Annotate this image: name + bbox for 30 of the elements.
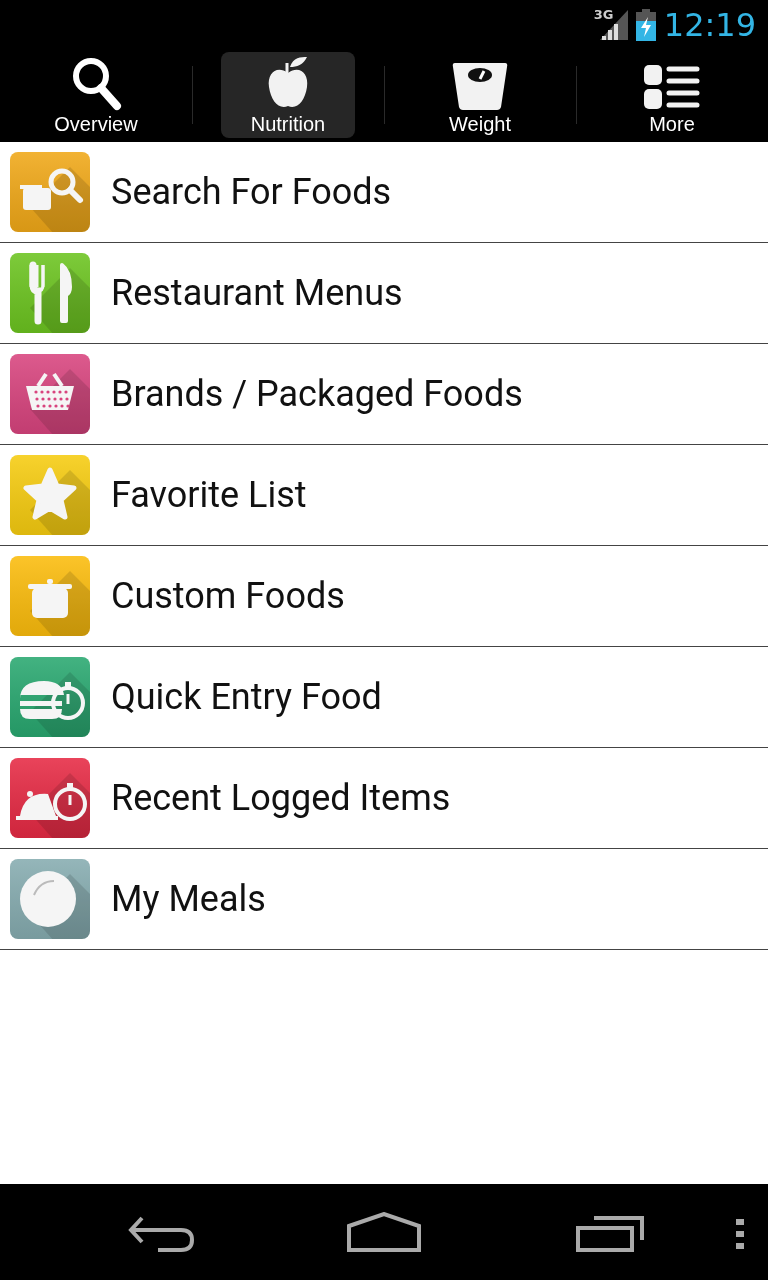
menu-item[interactable]: My Meals (0, 849, 768, 950)
basket-icon (26, 372, 74, 410)
tab[interactable]: Overview (29, 52, 163, 138)
menu-item[interactable]: Recent Logged Items (0, 748, 768, 849)
recent-apps-icon[interactable] (576, 1216, 644, 1252)
pot-magnifier-icon (20, 168, 83, 210)
scale-icon (451, 61, 509, 111)
fork-knife-icon (29, 261, 72, 325)
tab[interactable]: More (605, 52, 739, 138)
menu-item[interactable]: Custom Foods (0, 546, 768, 647)
search-icon (70, 55, 122, 111)
clock: 12:19 (663, 6, 756, 44)
burger-stopwatch-icon (20, 681, 85, 720)
star-icon (23, 467, 77, 520)
cloche-stopwatch-icon (16, 783, 87, 821)
menu-item[interactable]: Brands / Packaged Foods (0, 344, 768, 445)
list-icon (644, 65, 700, 111)
tab[interactable]: Weight (413, 52, 547, 138)
plate-icon (20, 871, 76, 927)
network-type: 3G (593, 7, 614, 22)
menu-item[interactable]: Search For Foods (0, 142, 768, 243)
menu-item[interactable]: Restaurant Menus (0, 243, 768, 344)
menu-item[interactable]: Quick Entry Food (0, 647, 768, 748)
back-icon[interactable] (128, 1216, 196, 1252)
menu-item[interactable]: Favorite List (0, 445, 768, 546)
home-icon[interactable] (347, 1212, 421, 1252)
battery-icon (635, 9, 656, 41)
overflow-menu-icon[interactable] (736, 1219, 744, 1249)
tab[interactable]: Nutrition (221, 52, 355, 138)
pot-icon (28, 579, 72, 618)
